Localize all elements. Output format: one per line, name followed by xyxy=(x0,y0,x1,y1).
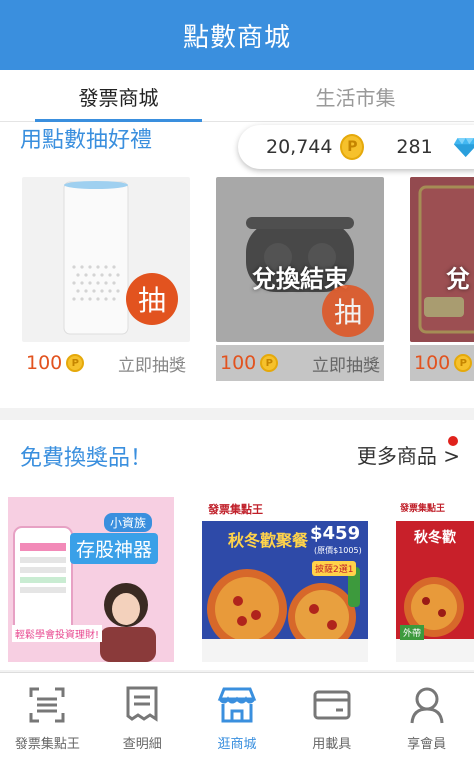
prize-card[interactable]: 發票集點王 秋冬歡聚餐 $459 (原價$1005) 披薩2選1 xyxy=(202,497,368,662)
lottery-card[interactable]: 抽 100 P 立即抽獎 xyxy=(22,177,190,387)
member-icon xyxy=(410,687,444,724)
prize-price: $459 xyxy=(310,523,361,544)
point-coin-icon: P xyxy=(340,134,365,160)
prize-original-price: (原價$1005) xyxy=(314,546,362,555)
point-coin-icon: P xyxy=(66,354,85,372)
diamond-icon xyxy=(453,137,474,157)
prize-headline: 存股神器 xyxy=(70,533,159,564)
prize-headline: 秋冬歡聚餐 xyxy=(228,531,309,550)
bottom-nav: 發票集點王 查明細 逛商城 用載具 享會員 xyxy=(0,672,474,758)
nav-label: 逛商城 xyxy=(217,737,257,752)
nav-mall[interactable]: 逛商城 xyxy=(190,673,285,758)
more-products-link[interactable]: 更多商品 > xyxy=(357,440,460,469)
card-footer: 100 P xyxy=(410,345,474,381)
lottery-card[interactable]: 兌換結束 抽 100 P 立即抽獎 xyxy=(216,177,384,387)
nav-member[interactable]: 享會員 xyxy=(379,673,474,758)
lottery-card[interactable]: 兌 100 P xyxy=(410,177,474,387)
tab-bar: 發票商城 生活市集 xyxy=(0,70,474,122)
nav-scan[interactable]: 發票集點王 xyxy=(0,673,95,758)
points-balance-pill[interactable]: 20,744 P 281 xyxy=(238,125,474,169)
card-price: 100 xyxy=(220,352,257,374)
prize-footer: 輕鬆學會投資理財! xyxy=(12,625,103,642)
prize-brand: 發票集點王 xyxy=(208,503,263,516)
card-price: 100 xyxy=(414,352,451,374)
card-footer: 100 P 立即抽獎 xyxy=(22,345,190,381)
diamonds-value: 281 xyxy=(396,136,433,158)
scan-icon xyxy=(29,687,65,723)
card-price: 100 xyxy=(26,352,63,374)
point-coin-icon: P xyxy=(260,354,279,372)
prize-card[interactable]: 發票集點王 秋冬歡 外帶 xyxy=(396,497,474,662)
prize-brand: 發票集點王 xyxy=(400,504,446,514)
draw-now-link[interactable]: 立即抽獎 xyxy=(312,351,384,376)
notification-dot xyxy=(448,436,458,446)
page-title: 點數商城 xyxy=(182,22,291,53)
prize-tag: 小資族 xyxy=(104,513,153,532)
receipt-icon xyxy=(126,686,158,722)
app-header: 點數商城 xyxy=(0,0,474,70)
gift-card-image: 兌 xyxy=(410,177,474,342)
points-value: 20,744 xyxy=(266,136,333,158)
wallet-icon xyxy=(313,690,351,720)
nav-label: 發票集點王 xyxy=(14,737,80,752)
prize-card[interactable]: 小資族 存股神器 輕鬆學會投資理財! xyxy=(8,497,174,662)
nav-label: 享會員 xyxy=(407,737,447,752)
nav-carrier[interactable]: 用載具 xyxy=(284,673,379,758)
sold-out-label: 兌 xyxy=(446,265,470,293)
draw-badge: 抽 xyxy=(322,285,374,337)
nav-label: 用載具 xyxy=(312,737,352,752)
free-prizes-title: 免費換獎品！ xyxy=(20,446,153,471)
store-icon xyxy=(217,687,257,723)
tab-life-market[interactable]: 生活市集 xyxy=(237,70,474,122)
draw-badge: 抽 xyxy=(126,273,178,325)
lottery-section-title: 用點數抽好禮 xyxy=(20,128,153,153)
prize-badge: 外帶 xyxy=(400,625,425,640)
draw-now-link[interactable]: 立即抽獎 xyxy=(118,351,190,376)
nav-label: 查明細 xyxy=(122,737,162,752)
prize-headline: 秋冬歡 xyxy=(414,530,456,546)
free-prizes-section: 免費換獎品！ 更多商品 > 小資族 存股神器 輕鬆學會投資理財! 發票集點王 秋… xyxy=(0,420,474,670)
point-coin-icon: P xyxy=(454,354,473,372)
prize-badge: 披薩2選1 xyxy=(312,561,357,576)
tab-invoice-mall[interactable]: 發票商城 xyxy=(0,70,237,122)
card-footer: 100 P 立即抽獎 xyxy=(216,345,384,381)
nav-details[interactable]: 查明細 xyxy=(95,673,190,758)
